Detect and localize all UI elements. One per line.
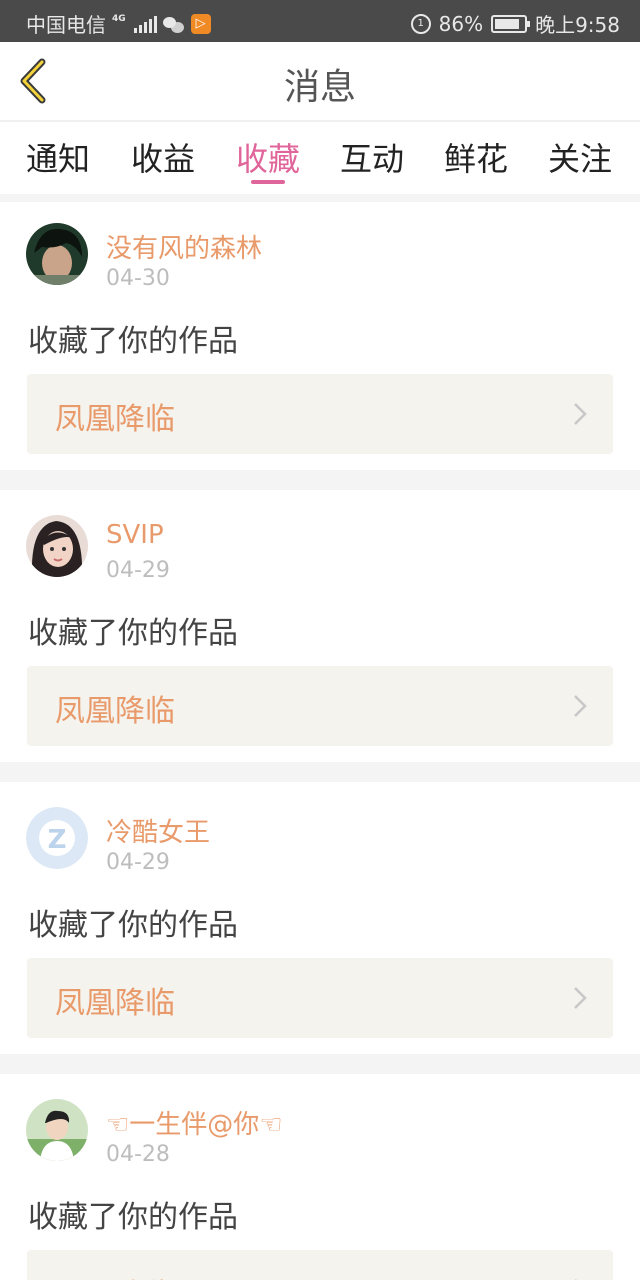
message-date: 04-28 <box>106 1142 170 1167</box>
network-type: 4G <box>112 14 126 24</box>
username[interactable]: 冷酷女王 <box>106 812 210 849</box>
username[interactable]: ☜一生伴@你☜ <box>106 1104 283 1141</box>
message-action: 收藏了你的作品 <box>28 1200 238 1235</box>
work-link[interactable]: 凤凰降临 <box>27 1250 613 1280</box>
message-card: ☜一生伴@你☜ 04-28 收藏了你的作品 凤凰降临 <box>0 1074 640 1280</box>
carrier-label: 中国电信 <box>26 13 106 37</box>
tab-label: 收藏 <box>236 140 301 178</box>
tab-label: 鲜花 <box>444 140 509 178</box>
status-bar: 中国电信 4G ▷ 1 86% 晚上9:58 <box>0 0 640 42</box>
user-avatar-image <box>26 223 88 285</box>
alarm-icon: 1 <box>410 13 431 34</box>
section-divider <box>0 762 640 782</box>
tab-label: 通知 <box>26 140 91 178</box>
tab-label: 关注 <box>548 140 613 178</box>
clock: 晚上9:58 <box>535 13 620 37</box>
wechat-icon <box>162 15 185 33</box>
avatar[interactable] <box>26 515 88 577</box>
tab-label: 收益 <box>131 140 196 178</box>
chevron-right-icon <box>574 403 587 425</box>
work-link[interactable]: 凤凰降临 <box>27 374 613 454</box>
user-avatar-image <box>26 515 88 577</box>
battery-icon <box>491 14 531 33</box>
default-avatar-icon: Z <box>26 807 88 869</box>
tab-favorites[interactable]: 收藏 <box>236 134 300 180</box>
avatar[interactable] <box>26 223 88 285</box>
battery-percent: 86% <box>438 11 484 36</box>
tab-bar: 通知 收益 收藏 互动 鲜花 关注 <box>0 122 640 194</box>
battery-fill <box>495 18 520 29</box>
work-title: 凤凰降临 <box>55 1270 175 1280</box>
section-divider <box>0 194 640 202</box>
avatar[interactable] <box>26 1099 88 1161</box>
page-title: 消息 <box>283 67 356 108</box>
chevron-right-icon <box>574 987 587 1009</box>
user-avatar-image <box>26 1099 88 1161</box>
work-title: 凤凰降临 <box>55 694 175 729</box>
tab-label: 互动 <box>340 140 405 178</box>
message-action: 收藏了你的作品 <box>28 616 238 651</box>
message-card: SVIP 04-29 收藏了你的作品 凤凰降临 <box>0 490 640 762</box>
work-link[interactable]: 凤凰降临 <box>27 958 613 1038</box>
app-header: 消息 <box>0 42 640 122</box>
tab-flowers[interactable]: 鲜花 <box>444 134 508 180</box>
tab-notifications[interactable]: 通知 <box>26 134 90 180</box>
app-notification-icon: ▷ <box>190 13 211 34</box>
active-tab-indicator <box>251 180 285 184</box>
username[interactable]: SVIP <box>106 520 164 550</box>
message-action: 收藏了你的作品 <box>28 908 238 943</box>
work-title: 凤凰降临 <box>55 986 175 1021</box>
chevron-right-icon <box>574 695 587 717</box>
work-link[interactable]: 凤凰降临 <box>27 666 613 746</box>
message-card: Z 冷酷女王 04-29 收藏了你的作品 凤凰降临 <box>0 782 640 1054</box>
message-date: 04-29 <box>106 850 170 875</box>
tab-earnings[interactable]: 收益 <box>131 134 195 180</box>
work-title: 凤凰降临 <box>55 402 175 437</box>
message-date: 04-30 <box>106 266 170 291</box>
tab-interactions[interactable]: 互动 <box>340 134 404 180</box>
signal-icon <box>133 15 157 33</box>
tab-follows[interactable]: 关注 <box>548 134 612 180</box>
message-date: 04-29 <box>106 558 170 583</box>
section-divider <box>0 1054 640 1074</box>
message-card: 没有风的森林 04-30 收藏了你的作品 凤凰降临 <box>0 202 640 470</box>
username[interactable]: 没有风的森林 <box>106 228 262 265</box>
svg-text:Z: Z <box>48 825 67 855</box>
message-action: 收藏了你的作品 <box>28 324 238 359</box>
avatar[interactable]: Z <box>26 807 88 869</box>
section-divider <box>0 470 640 490</box>
